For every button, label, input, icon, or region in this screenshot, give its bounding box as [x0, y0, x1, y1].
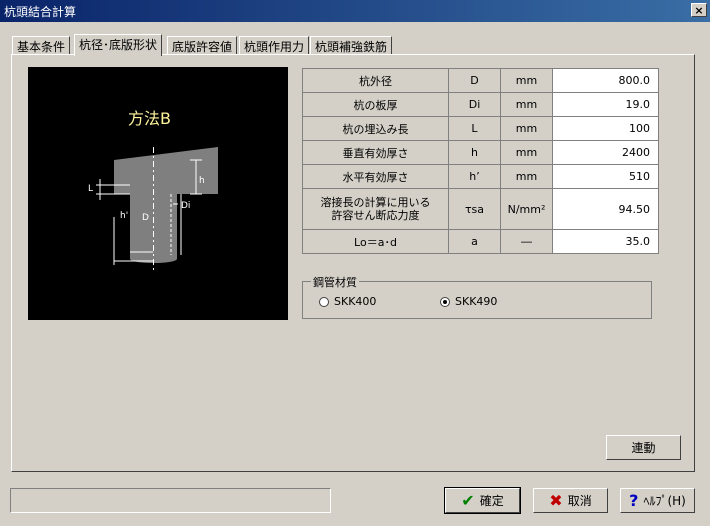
label-Di: Di	[181, 201, 190, 211]
radio-circle[interactable]	[319, 296, 329, 307]
window-title: 杭頭結合計算	[4, 5, 77, 19]
steel-material-group: 鋼管材質 SKK400 SKK490	[302, 274, 652, 319]
param-unit: ―	[500, 229, 553, 254]
ok-button[interactable]: ✔ 確定	[444, 487, 521, 514]
close-icon: ×	[694, 4, 704, 17]
table-row: 溶接長の計算に用いる 許容せん断応力度 τsa N/mm² 94.50	[302, 188, 659, 230]
param-label: 杭の板厚	[302, 92, 449, 117]
pile-head-drawing: h L D Di h'	[88, 147, 218, 272]
parameter-table: 杭外径 D mm 800.0 杭の板厚 Di mm 19.0 杭の埋込み長 L …	[302, 68, 659, 254]
tab-pile-head-rebar[interactable]: 杭頭補強鉄筋	[310, 36, 393, 55]
param-label: 水平有効厚さ	[302, 164, 449, 189]
param-value-input[interactable]: 94.50	[552, 188, 659, 230]
param-symbol: h	[448, 140, 501, 165]
param-label: Lo＝a･d	[302, 229, 449, 254]
param-symbol: τsa	[448, 188, 501, 230]
footing-slab-shape	[114, 147, 218, 194]
label-h-prime: h'	[120, 211, 128, 221]
param-unit: mm	[500, 68, 553, 93]
param-label: 杭外径	[302, 68, 449, 93]
label-D: D	[142, 213, 149, 223]
param-label: 杭の埋込み長	[302, 116, 449, 141]
table-row: 杭の板厚 Di mm 19.0	[302, 92, 659, 117]
label-L: L	[88, 184, 93, 194]
param-symbol: Di	[448, 92, 501, 117]
group-legend: 鋼管材質	[311, 274, 359, 290]
param-symbol: L	[448, 116, 501, 141]
label-h: h	[199, 176, 205, 186]
question-icon: ?	[629, 490, 639, 510]
radio-skk400[interactable]: SKK400	[319, 295, 376, 308]
param-unit: N/mm²	[500, 188, 553, 230]
table-row: 水平有効厚さ h’ mm 510	[302, 164, 659, 189]
tab-pile-head-force[interactable]: 杭頭作用力	[239, 36, 310, 55]
link-button[interactable]: 連動	[606, 435, 681, 460]
param-unit: mm	[500, 164, 553, 189]
param-symbol: h’	[448, 164, 501, 189]
param-label: 溶接長の計算に用いる 許容せん断応力度	[302, 188, 449, 230]
radio-circle-selected[interactable]	[440, 296, 450, 307]
param-unit: mm	[500, 92, 553, 117]
check-icon: ✔	[461, 490, 475, 510]
param-unit: mm	[500, 140, 553, 165]
close-button[interactable]: ×	[691, 3, 707, 17]
table-row: 杭の埋込み長 L mm 100	[302, 116, 659, 141]
method-diagram: 方法B h L D Di h'	[28, 67, 288, 320]
param-symbol: D	[448, 68, 501, 93]
param-value-input[interactable]: 510	[552, 164, 659, 189]
param-value-input[interactable]: 35.0	[552, 229, 659, 254]
param-unit: mm	[500, 116, 553, 141]
cross-icon: ✖	[549, 490, 563, 510]
table-row: 垂直有効厚さ h mm 2400	[302, 140, 659, 165]
status-field	[10, 488, 331, 513]
param-symbol: a	[448, 229, 501, 254]
param-value-input[interactable]: 19.0	[552, 92, 659, 117]
help-button[interactable]: ? ﾍﾙﾌﾟ(H)	[620, 488, 695, 513]
table-row: 杭外径 D mm 800.0	[302, 68, 659, 93]
tab-pile-diameter-slab-shape[interactable]: 杭径･底版形状	[74, 34, 163, 56]
tab-slab-allowable[interactable]: 底版許容値	[167, 36, 238, 55]
title-bar: 杭頭結合計算 ×	[0, 0, 710, 22]
tab-basic-conditions[interactable]: 基本条件	[12, 36, 71, 55]
param-value-input[interactable]: 100	[552, 116, 659, 141]
param-value-input[interactable]: 800.0	[552, 68, 659, 93]
param-label: 垂直有効厚さ	[302, 140, 449, 165]
param-value-input[interactable]: 2400	[552, 140, 659, 165]
radio-skk490[interactable]: SKK490	[440, 295, 497, 308]
table-row: Lo＝a･d a ― 35.0	[302, 229, 659, 254]
cancel-button[interactable]: ✖ 取消	[533, 488, 608, 513]
